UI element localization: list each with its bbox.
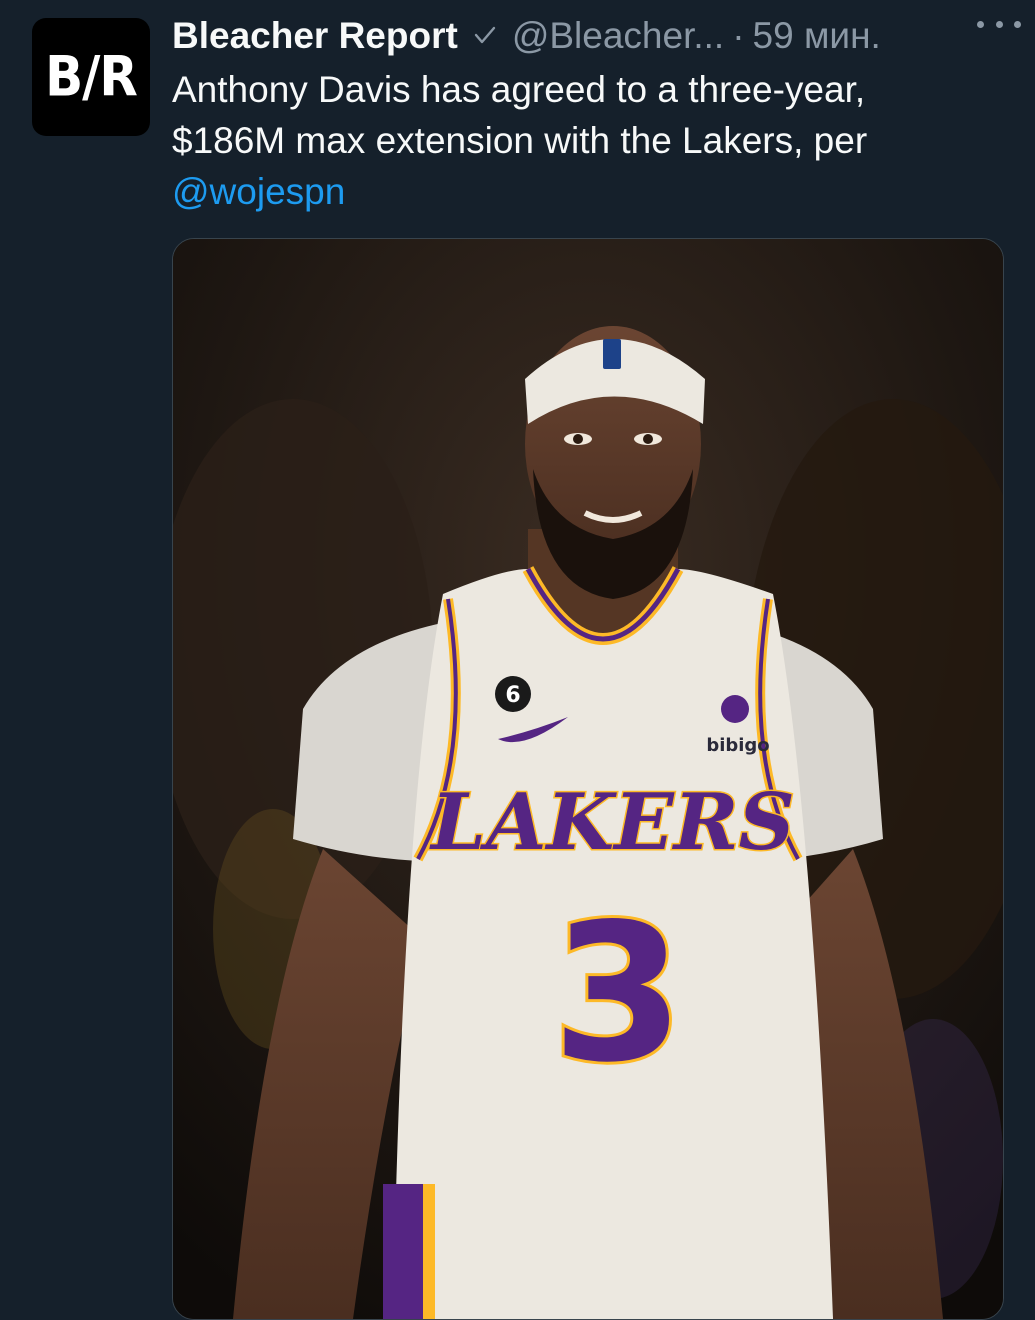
- player-photo: 6 bibigo LAKERS 3: [173, 239, 1003, 1319]
- verified-icon: [472, 23, 498, 49]
- sponsor-logo: bibigo: [706, 735, 769, 756]
- avatar[interactable]: B/R: [32, 18, 150, 136]
- jersey-patch: 6: [505, 683, 520, 708]
- timestamp[interactable]: 59 мин.: [753, 15, 881, 57]
- jersey-wordmark: LAKERS: [429, 777, 795, 868]
- tweet-header: Bleacher Report @Bleacher... · 59 мин.: [172, 12, 1012, 60]
- tweet-text: Anthony Davis has agreed to a three-year…: [172, 64, 1012, 217]
- separator-dot: ·: [732, 15, 745, 56]
- tweet[interactable]: B/R Bleacher Report @Bleacher... · 59 ми…: [0, 0, 1035, 1320]
- tweet-photo[interactable]: 6 bibigo LAKERS 3: [172, 238, 1004, 1320]
- author-handle[interactable]: @Bleacher...: [512, 15, 724, 57]
- tweet-text-line: Anthony Davis has agreed to a three-year…: [172, 69, 866, 110]
- more-icon[interactable]: [977, 14, 1021, 34]
- avatar-logo: B/R: [45, 45, 138, 109]
- author-name[interactable]: Bleacher Report: [172, 15, 458, 57]
- jersey-number: 3: [552, 883, 684, 1104]
- mention-link[interactable]: @wojespn: [172, 171, 345, 212]
- tweet-text-line: $186M max extension with the Lakers, per: [172, 120, 868, 161]
